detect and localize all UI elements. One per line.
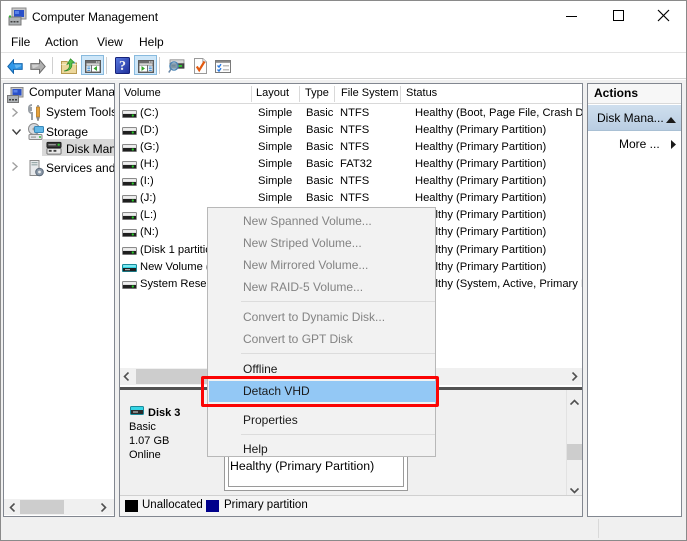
svg-text:?: ? [119, 59, 126, 74]
